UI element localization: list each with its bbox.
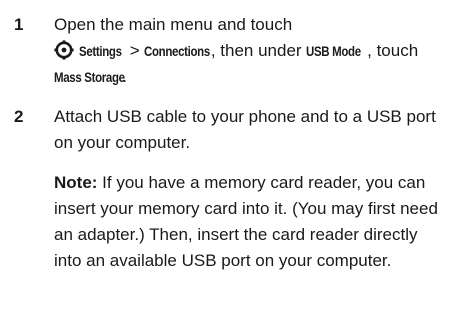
note-label: Note:	[54, 173, 98, 192]
step-number: 2	[14, 107, 24, 126]
note-line: Note: If you have a memory card reader, …	[54, 170, 466, 196]
step-number: 1	[14, 15, 24, 34]
step-text: , touch	[367, 41, 419, 60]
mass-storage-label: Mass Storage	[54, 69, 125, 85]
connections-label: Connections	[144, 43, 211, 59]
step-body: Open the main menu and touch Settings > …	[54, 12, 466, 90]
instruction-page: 1 Open the main menu and touch Settings …	[0, 0, 474, 309]
step-text-line: on your computer.	[54, 133, 191, 152]
step-text-line: Mass Storage.	[54, 64, 466, 90]
step-text-line: Settings > Connections, then under USB M…	[54, 38, 466, 64]
step-body: Attach USB cable to your phone and to a …	[54, 104, 466, 274]
settings-label: Settings	[79, 43, 122, 59]
step-text-line: Open the main menu and touch	[54, 12, 466, 38]
note-line: insert your memory card into it. (You ma…	[54, 199, 438, 218]
note-line: an adapter.) Then, insert the card reade…	[54, 225, 418, 244]
usb-mode-label: USB Mode	[306, 43, 362, 59]
step-text: , then under	[210, 41, 302, 60]
settings-icon	[54, 40, 74, 60]
step-2: 2 Attach USB cable to your phone and to …	[14, 104, 466, 274]
step-1: 1 Open the main menu and touch Settings …	[14, 12, 466, 90]
note: Note: If you have a memory card reader, …	[54, 170, 466, 274]
step-text-line: Attach USB cable to your phone and to a …	[54, 107, 436, 126]
note-line: into an available USB port on your compu…	[54, 251, 392, 270]
note-text: If you have a memory card reader, you ca…	[97, 173, 426, 192]
step-text: Open the main menu and touch	[54, 15, 293, 34]
menu-separator: >	[129, 41, 140, 60]
